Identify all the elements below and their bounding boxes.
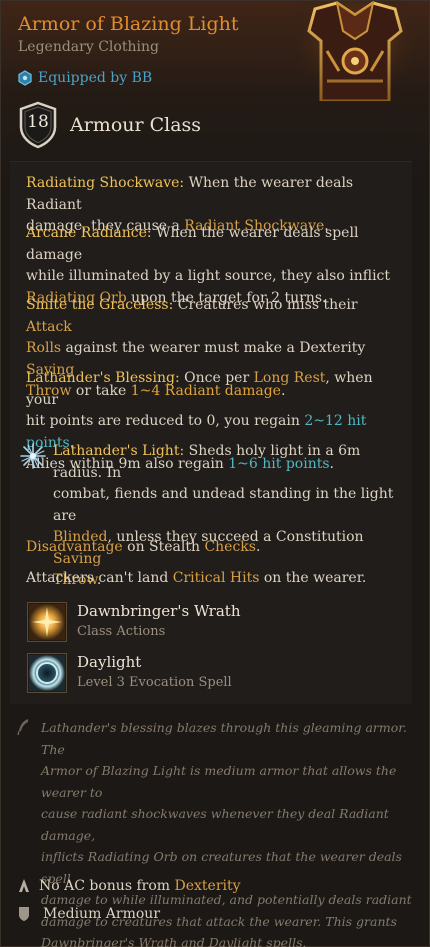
- property-text: .: [255, 539, 261, 555]
- property-stealth-disadvantage: Disadvantage on Stealth Checks.: [26, 537, 398, 559]
- item-name: Armor of Blazing Light: [18, 13, 239, 35]
- property-title: Smite the Graceless:: [26, 297, 174, 313]
- property-text: hit points are reduced to 0, you regain: [26, 413, 305, 429]
- property-text: on the wearer.: [259, 570, 367, 586]
- lore-line: Lathander's blessing blazes through this…: [41, 720, 407, 757]
- property-title: Lathander's Blessing:: [26, 370, 180, 386]
- property-text: Once per: [179, 370, 254, 386]
- property-text: No AC bonus from: [39, 878, 175, 894]
- keyword-attack-rolls[interactable]: Rolls: [26, 340, 61, 356]
- armour-type-property: Medium Armour: [17, 906, 160, 922]
- equipped-by-text: Equipped by BB: [38, 70, 153, 86]
- shield-icon: 18: [18, 101, 58, 149]
- keyword-checks[interactable]: Checks: [204, 539, 256, 555]
- daylight-icon: [27, 653, 67, 693]
- spell-name: Daylight: [77, 653, 142, 671]
- equipped-status: Equipped by BB: [18, 70, 152, 86]
- spell-type: Level 3 Evocation Spell: [77, 675, 232, 690]
- lore-line: Dawnbringer's Wrath and Daylight spells.: [41, 935, 307, 947]
- property-title: Arcane Radiance:: [26, 225, 152, 241]
- tooltip-header: Armor of Blazing Light Legendary Clothin…: [1, 1, 430, 161]
- lathanders-light-icon: [20, 443, 46, 469]
- equipped-hex-icon: [18, 70, 32, 86]
- spell-daylight[interactable]: Daylight Level 3 Evocation Spell: [27, 653, 232, 693]
- armour-class-value: 18: [27, 112, 49, 132]
- lore-line: Armor of Blazing Light is medium armor t…: [41, 763, 397, 800]
- no-dex-bonus-property: No AC bonus from Dexterity: [17, 878, 241, 894]
- properties-panel: Radiating Shockwave: When the wearer dea…: [10, 161, 412, 704]
- armour-class: 18 Armour Class: [18, 101, 201, 149]
- armour-type: Medium Armour: [43, 906, 161, 922]
- armour-class-label: Armour Class: [70, 114, 202, 136]
- property-critical-immunity: Attackers can't land Critical Hits on th…: [26, 568, 398, 590]
- keyword-critical-hits[interactable]: Critical Hits: [173, 570, 260, 586]
- property-text: against the wearer must make a Dexterity: [61, 340, 366, 356]
- keyword-dexterity[interactable]: Dexterity: [175, 878, 241, 894]
- keyword-long-rest[interactable]: Long Rest: [254, 370, 326, 386]
- property-text: Attackers can't land: [26, 570, 173, 586]
- property-text: combat, fiends and undead standing in th…: [53, 486, 394, 524]
- property-text: Creatures who miss their: [173, 297, 358, 313]
- item-rarity-type: Legendary Clothing: [18, 39, 159, 55]
- spell-dawnbringers-wrath[interactable]: Dawnbringer's Wrath Class Actions: [27, 602, 240, 642]
- keyword-attack-rolls[interactable]: Attack: [26, 319, 72, 335]
- keyword-disadvantage[interactable]: Disadvantage: [26, 539, 123, 555]
- dawnbringer-wrath-icon: [27, 602, 67, 642]
- item-tooltip: Armor of Blazing Light Legendary Clothin…: [0, 0, 430, 947]
- armour-type-shield-icon: [19, 907, 29, 921]
- property-text: on Stealth: [122, 539, 205, 555]
- dexterity-icon: [19, 879, 29, 892]
- spell-name: Dawnbringer's Wrath: [77, 602, 241, 620]
- property-title: Radiating Shockwave:: [26, 175, 185, 191]
- property-text: while illuminated by a light source, the…: [26, 268, 391, 284]
- quill-icon: [17, 719, 28, 736]
- armor-item-image: [297, 1, 413, 101]
- lore-line: cause radiant shockwaves whenever they d…: [41, 806, 389, 843]
- property-title: Lathander's Light:: [53, 443, 185, 459]
- spell-type: Class Actions: [77, 624, 166, 639]
